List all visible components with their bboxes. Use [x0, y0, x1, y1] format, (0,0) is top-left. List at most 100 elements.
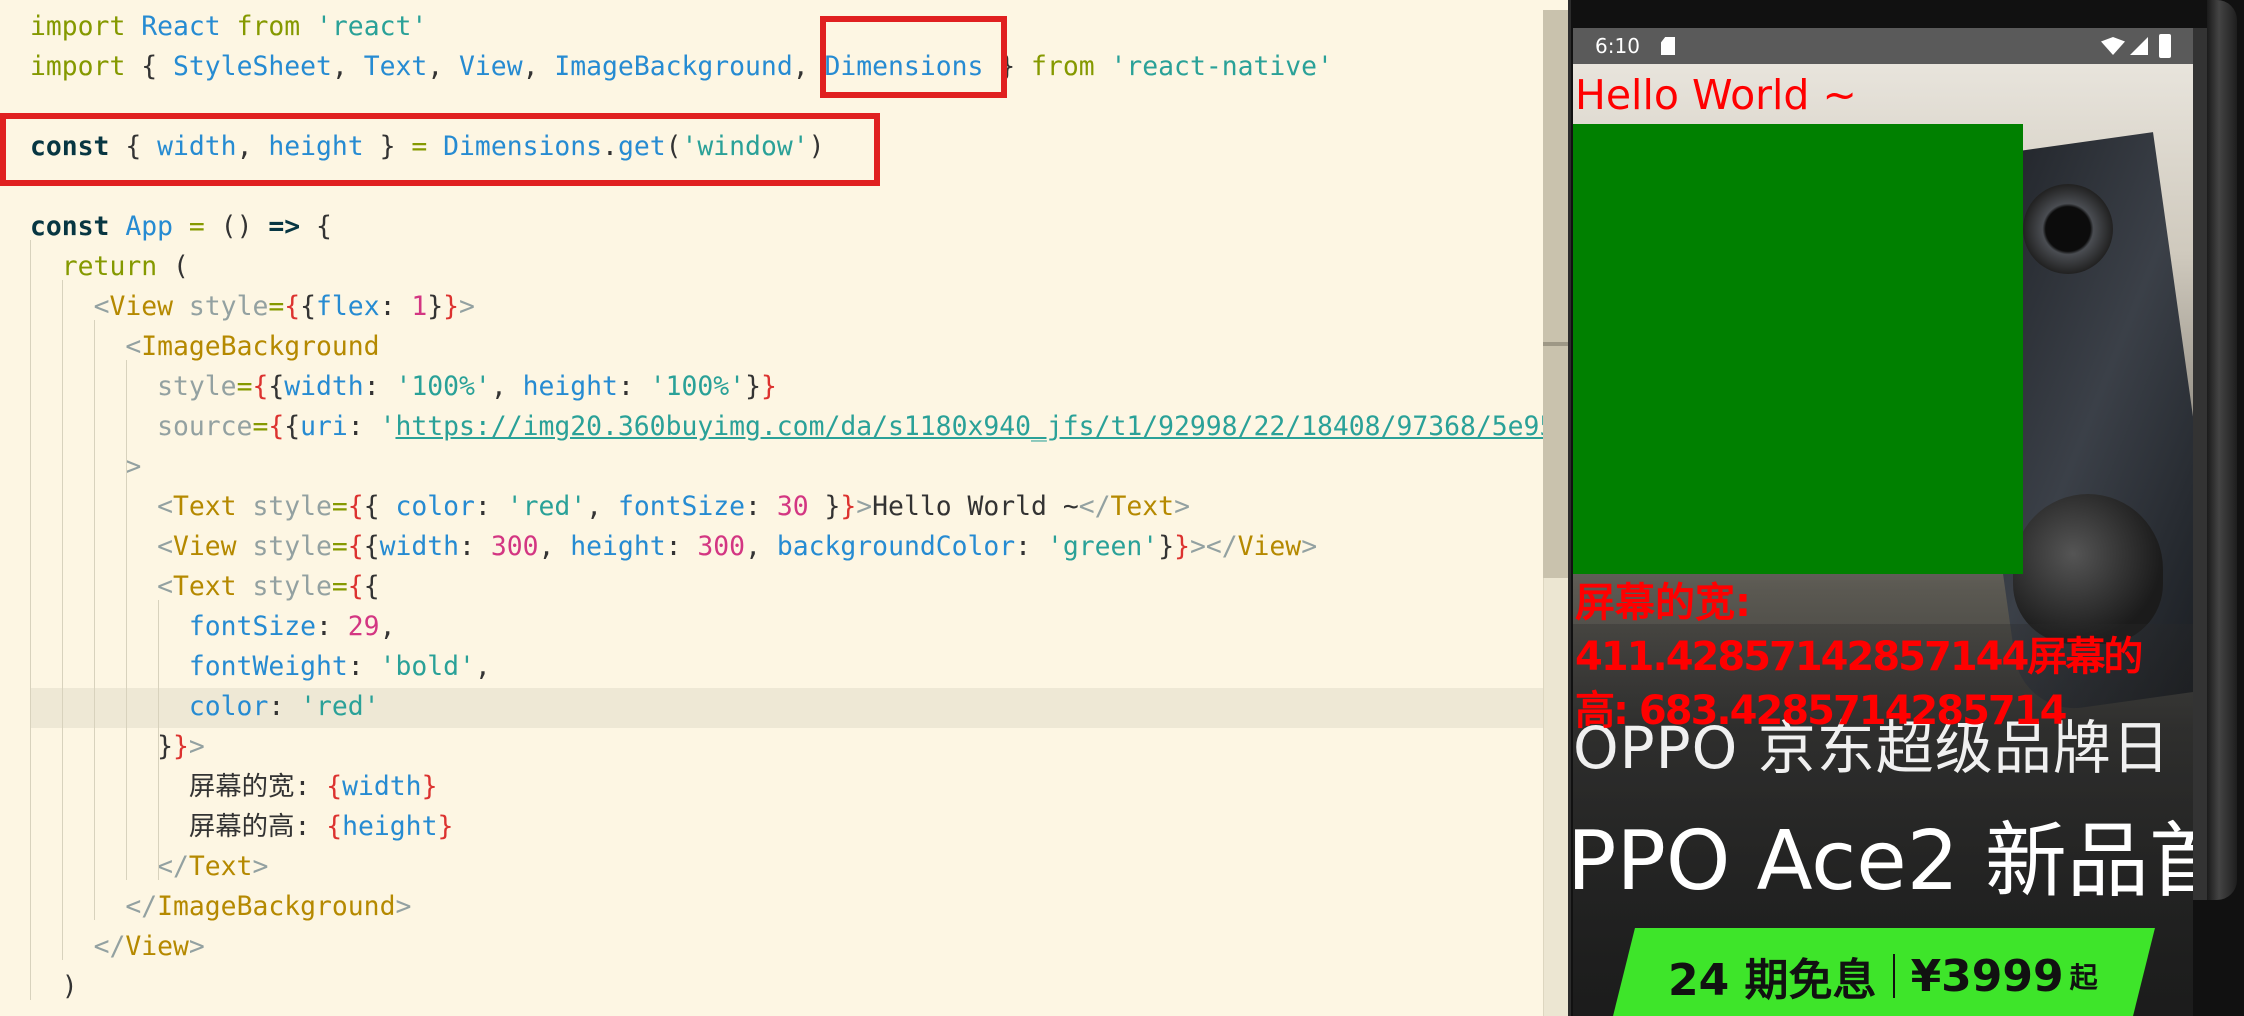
code-token: } — [443, 291, 460, 322]
code-token: } — [745, 371, 761, 402]
indent-guide — [94, 320, 95, 920]
code-token: Text — [363, 51, 428, 82]
code-token: { — [300, 211, 332, 242]
code-token: fontSize — [617, 491, 746, 522]
emulator-screen[interactable]: 6:10 OPPO 京东超级品牌日 PPO Ace2 新品首 24 期免息 ¥3… — [1573, 28, 2193, 1016]
code-token: Text — [188, 851, 253, 882]
code-token: > — [856, 491, 873, 522]
code-token: } — [1158, 531, 1175, 562]
code-line[interactable]: source={{uri: 'https://img20.360buyimg.c… — [30, 407, 1555, 447]
code-line[interactable]: fontSize: 29, — [30, 607, 396, 647]
code-token: 'react' — [316, 11, 428, 42]
indent-guide — [62, 280, 63, 960]
code-token: : — [379, 291, 412, 322]
code-token: : — [1015, 531, 1047, 562]
code-token: View — [1237, 531, 1302, 562]
code-line[interactable]: <Text style={{ — [30, 567, 380, 607]
signal-icon — [2130, 37, 2148, 55]
code-token: return — [61, 251, 158, 282]
code-token: 'red' — [300, 691, 380, 722]
code-line[interactable]: > — [30, 447, 141, 487]
editor-scrollbar-thumb[interactable] — [1543, 10, 1568, 578]
code-token: { — [326, 811, 343, 842]
code-token: > — [125, 451, 142, 482]
emulator-bezel — [2193, 28, 2207, 900]
code-line[interactable]: color: 'red' — [30, 687, 380, 727]
code-token: flex — [316, 291, 380, 322]
code-token: { — [300, 291, 317, 322]
code-token: style — [236, 491, 332, 522]
code-token: } — [421, 771, 438, 802]
code-token: < — [157, 571, 173, 602]
code-line[interactable]: <View style={{width: 300, height: 300, b… — [30, 527, 1317, 567]
dimension-text-line-1: 屏幕的宽: — [1575, 580, 1751, 626]
code-line[interactable]: <Text style={{ color: 'red', fontSize: 3… — [30, 487, 1190, 527]
code-line[interactable]: </ImageBackground> — [30, 887, 411, 927]
code-token: = — [236, 371, 253, 402]
code-token: StyleSheet — [173, 51, 332, 82]
code-token: < — [157, 531, 173, 562]
code-token: ImageBackground — [141, 331, 380, 362]
code-token: < — [125, 331, 142, 362]
code-line[interactable]: 屏幕的宽: {width} — [30, 767, 438, 807]
sd-card-icon — [1661, 37, 1675, 55]
hello-world-text: Hello World ~ — [1575, 71, 1857, 119]
promo-periods: 24 期免息 — [1668, 955, 1877, 1006]
code-editor[interactable]: import React from 'react' import { StyleS… — [0, 0, 1568, 1016]
status-time: 6:10 — [1595, 34, 1640, 58]
banner-subheadline: PPO Ace2 新品首 — [1573, 814, 2193, 909]
code-token: style — [236, 531, 332, 562]
code-token: color — [188, 691, 269, 722]
battery-icon — [2159, 34, 2171, 58]
code-token: Text — [173, 571, 237, 602]
promo-price: ¥3999 — [1910, 950, 2064, 1002]
code-token: ) — [61, 971, 78, 1002]
code-token: : — [363, 371, 396, 402]
code-line[interactable]: </Text> — [30, 847, 268, 887]
code-token: > — [188, 731, 205, 762]
code-token: 30 — [776, 491, 809, 522]
code-token: React — [125, 11, 237, 42]
code-token: : — [316, 611, 348, 642]
code-token: = — [331, 531, 348, 562]
code-token: : — [347, 651, 380, 682]
code-token: 300 — [490, 531, 539, 562]
code-token: > — [459, 291, 475, 322]
code-token: , — [586, 491, 618, 522]
code-line[interactable]: import { StyleSheet, Text, View, ImageBa… — [30, 47, 1333, 87]
code-token: height — [570, 531, 666, 562]
code-line[interactable]: ) — [30, 967, 78, 1007]
code-line[interactable]: style={{width: '100%', height: '100%'}} — [30, 367, 777, 407]
code-line[interactable]: <View style={{flex: 1}}> — [30, 287, 475, 327]
indent-guide — [126, 360, 127, 880]
code-token: } — [427, 291, 444, 322]
code-token: > — [1174, 491, 1190, 522]
code-token: width — [342, 771, 422, 802]
code-line[interactable]: import React from 'react' — [30, 7, 427, 47]
code-line[interactable]: <ImageBackground — [30, 327, 380, 367]
code-line[interactable]: return ( — [30, 247, 189, 287]
code-token: ImageBackground — [157, 891, 396, 922]
code-line[interactable]: </View> — [30, 927, 205, 967]
code-token: { — [363, 571, 380, 602]
code-token: = — [188, 211, 205, 242]
code-token: { — [284, 291, 301, 322]
code-token: 300 — [697, 531, 746, 562]
code-line[interactable]: fontWeight: 'bold', — [30, 647, 491, 687]
code-token: View — [109, 291, 174, 322]
code-line[interactable]: const App = () => { — [30, 207, 332, 247]
code-token: , — [538, 531, 571, 562]
code-token: > — [252, 851, 269, 882]
code-token: fontWeight — [188, 651, 348, 682]
code-token: View — [173, 531, 237, 562]
code-token: 29 — [347, 611, 380, 642]
code-token: , — [379, 611, 396, 642]
code-line[interactable]: }}> — [30, 727, 205, 767]
code-token: { — [347, 491, 364, 522]
code-token: , — [745, 531, 777, 562]
code-token: https://img20.360buyimg.com/da/s1180x940… — [395, 411, 1556, 442]
